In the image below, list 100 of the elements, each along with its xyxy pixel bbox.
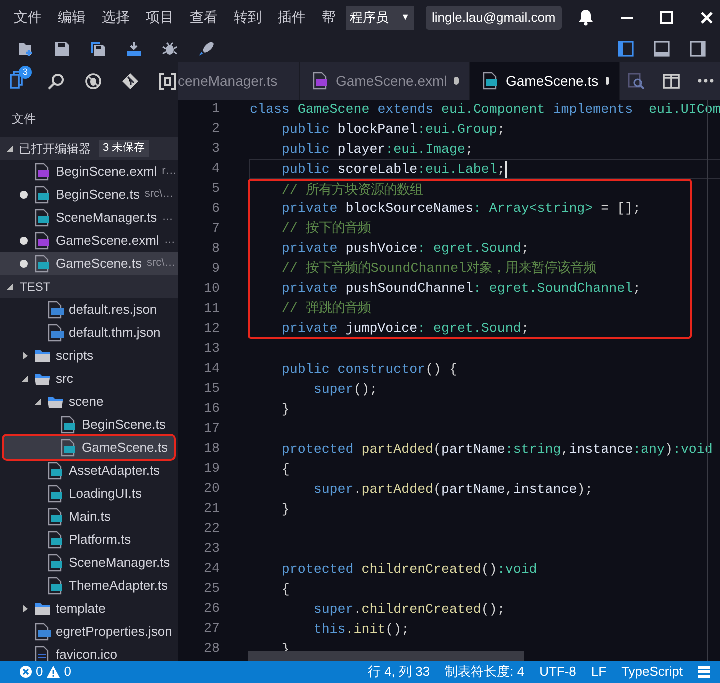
search-icon[interactable] (48, 72, 65, 90)
file-path: r… (162, 164, 177, 180)
right-panel-toggle-icon[interactable] (690, 40, 706, 56)
menu-item[interactable]: 编辑 (58, 7, 86, 28)
line-number: 16 (204, 400, 220, 418)
file-tree-item[interactable]: default.thm.json (0, 321, 178, 344)
line-ending[interactable]: LF (591, 662, 607, 682)
code-row-text: super.partAdded(partName,instance); (312, 481, 594, 499)
ts-file-icon (34, 208, 51, 226)
annotation-box-segment: private pushVoice: egret.Sound; (248, 239, 692, 259)
horizontal-scrollbar[interactable] (248, 651, 524, 661)
file-tree-item[interactable]: src (0, 367, 178, 390)
bottom-panel-toggle-icon[interactable] (654, 40, 670, 56)
code-row-text: } (280, 501, 291, 519)
expanded-caret-icon[interactable] (7, 282, 14, 290)
bug-icon[interactable] (162, 40, 178, 56)
file-tree-item[interactable]: SceneManager.ts (0, 551, 178, 574)
file-path: … (164, 233, 176, 248)
save-all-icon[interactable] (90, 40, 106, 56)
menu-item[interactable]: 帮 (322, 7, 336, 28)
find-references-icon[interactable] (628, 72, 645, 90)
line-number: 12 (204, 320, 220, 338)
json-file-icon (47, 324, 64, 342)
open-editor-item[interactable]: BeginScene.exml r… (0, 160, 178, 183)
menu-item[interactable]: 查看 (190, 7, 218, 28)
line-number: 18 (204, 440, 220, 458)
expanded-caret-icon[interactable] (35, 398, 42, 406)
file-tree-item[interactable]: egretProperties.json (0, 620, 178, 643)
new-folder-icon[interactable] (18, 40, 34, 56)
open-editor-item[interactable]: BeginScene.ts src\… (0, 183, 178, 206)
file-tree-item[interactable]: GameScene.ts (4, 436, 174, 459)
file-tree-item[interactable]: BeginScene.ts (0, 413, 178, 436)
brackets-icon[interactable] (159, 72, 176, 90)
problems-indicator[interactable]: 0 0 (0, 662, 72, 682)
maximize-icon[interactable] (660, 10, 674, 24)
line-number: 21 (204, 500, 220, 518)
menu-item[interactable]: 插件 (278, 7, 306, 28)
open-editor-item[interactable]: GameScene.ts src\… (0, 252, 178, 275)
tab-size[interactable]: 制表符长度: 4 (445, 662, 525, 682)
language-mode[interactable]: TypeScript (622, 662, 683, 682)
cursor-position[interactable]: 行 4, 列 33 (368, 662, 430, 682)
file-tree-item[interactable]: scene (0, 390, 178, 413)
split-editor-icon[interactable] (663, 72, 680, 90)
annotation-box-segment: // 按下的音频 (248, 219, 692, 239)
open-editor-item[interactable]: GameScene.exml … (0, 229, 178, 252)
code-row-text: } (280, 401, 291, 419)
collapsed-caret-icon[interactable] (22, 604, 29, 612)
line-number: 27 (204, 620, 220, 638)
text-cursor (505, 160, 508, 178)
left-panel-toggle-icon[interactable] (618, 40, 634, 56)
sidebar-title: 文件 (11, 110, 37, 128)
file-tree-item[interactable]: scripts (0, 344, 178, 367)
line-number: 1 (212, 100, 220, 118)
file-tree-item[interactable]: default.res.json (0, 298, 178, 321)
close-icon[interactable] (700, 10, 714, 24)
annotation-box-segment: // 按下音频的SoundChannel对象，用来暂停该音频 (248, 259, 692, 279)
open-editor-item[interactable]: SceneManager.ts … (0, 206, 178, 229)
expanded-caret-icon[interactable] (22, 374, 29, 382)
current-line-highlight: public scoreLable:eui.Label; (249, 159, 720, 179)
import-icon[interactable] (126, 40, 142, 56)
file-tree-item[interactable]: AssetAdapter.ts (0, 459, 178, 482)
git-icon[interactable] (122, 72, 139, 90)
no-bug-icon[interactable] (85, 72, 102, 90)
more-icon[interactable] (698, 79, 714, 83)
file-tree-item[interactable]: template (0, 597, 178, 620)
editor-tab[interactable]: ceneManager.ts (178, 62, 300, 100)
menu-item[interactable]: 文件 (14, 7, 42, 28)
encoding[interactable]: UTF-8 (540, 662, 576, 682)
editor-tab[interactable]: GameScene.ts (470, 62, 620, 100)
bell-icon[interactable] (578, 9, 594, 26)
file-tree-item[interactable]: ThemeAdapter.ts (0, 574, 178, 597)
file-tree-item[interactable]: favicon.ico (0, 643, 178, 661)
line-number: 2 (212, 120, 220, 138)
line-number: 19 (204, 460, 220, 478)
save-icon[interactable] (54, 40, 70, 56)
menu-item[interactable]: 项目 (146, 7, 174, 28)
feedback-icon[interactable] (698, 666, 710, 678)
collapsed-caret-icon[interactable] (22, 352, 29, 360)
json-file-icon (47, 300, 64, 318)
exml-file-icon (34, 162, 51, 180)
role-dropdown[interactable]: 程序员 ▼ (346, 6, 414, 30)
file-tree-item[interactable]: Main.ts (0, 505, 178, 528)
section-header[interactable]: TEST (0, 275, 178, 298)
file-tree-item[interactable]: Platform.ts (0, 528, 178, 551)
menu-item[interactable]: 选择 (102, 7, 130, 28)
line-number: 4 (212, 160, 220, 178)
open-folder-icon (47, 394, 64, 409)
code-row-text: class GameScene extends eui.Component implements eui.UICom (249, 101, 720, 119)
line-number: 11 (204, 300, 220, 318)
expanded-caret-icon[interactable] (7, 144, 14, 152)
annotation-box-segment: private blockSourceNames: Array<string> = []; (248, 199, 692, 219)
folder-icon (34, 348, 51, 363)
ts-file-icon (60, 438, 77, 456)
section-header[interactable]: 已打开编辑器 3 未保存 (0, 137, 178, 160)
menu-item[interactable]: 转到 (234, 7, 262, 28)
line-number: 10 (204, 280, 220, 298)
code-row-text: super.childrenCreated(); (312, 601, 506, 619)
code-row-text: super(); (312, 381, 379, 399)
account-button[interactable]: lingle.lau@gmail.com (426, 6, 562, 30)
file-tree-item[interactable]: LoadingUI.ts (0, 482, 178, 505)
